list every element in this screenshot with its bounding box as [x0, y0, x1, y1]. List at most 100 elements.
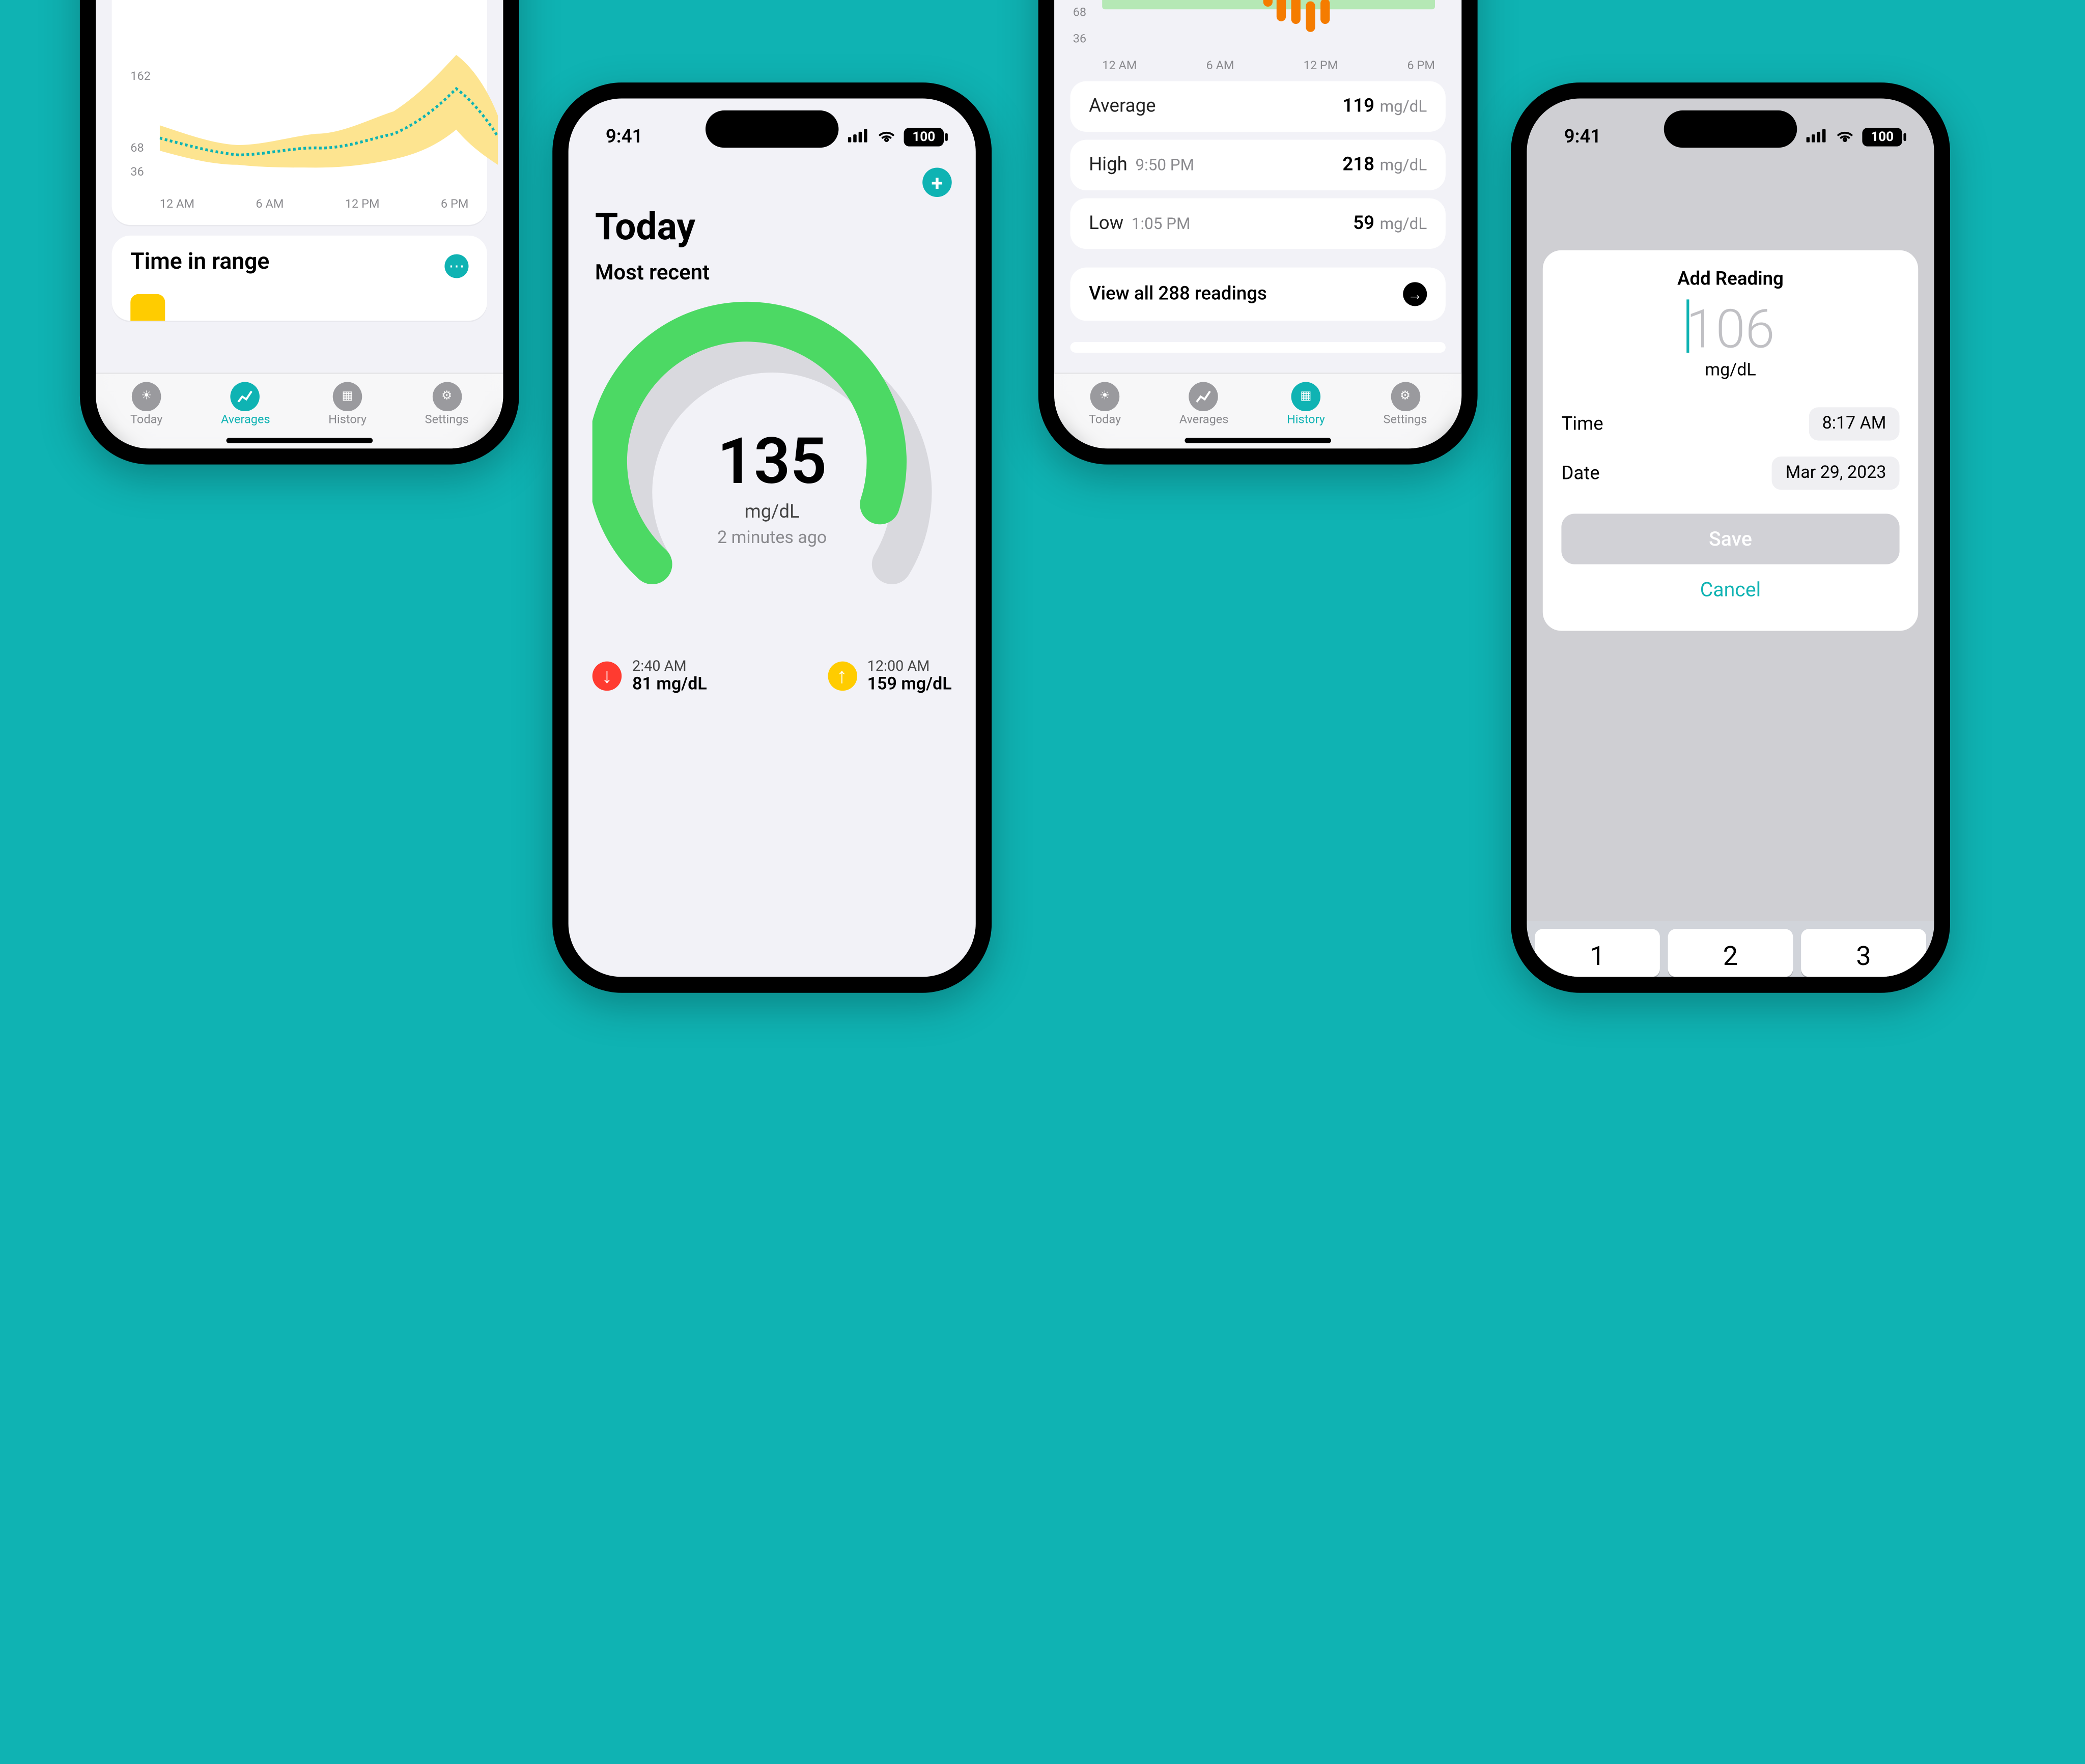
- tab-history[interactable]: ▦ History: [1287, 382, 1325, 428]
- tab-averages[interactable]: Averages: [221, 382, 270, 428]
- modal-title: Add Reading: [1561, 269, 1899, 290]
- tab-today[interactable]: ☀ Today: [1089, 382, 1121, 428]
- stat-value: 59: [1353, 213, 1374, 234]
- page-title: Today: [595, 205, 949, 249]
- low-reading: ↓ 2:40 AM 81 mg/dL: [593, 658, 707, 695]
- x-tick: 12 AM: [160, 198, 194, 212]
- range-bar: [1263, 0, 1272, 7]
- x-tick: 6 AM: [256, 198, 284, 212]
- stat-unit: mg/dL: [1380, 214, 1427, 233]
- section-most-recent: Most recent: [595, 260, 949, 285]
- y-tick: 36: [1073, 33, 1086, 46]
- tab-history[interactable]: ▦ History: [328, 382, 367, 428]
- numeric-keypad: 1 2 3: [1527, 921, 1934, 977]
- phone-add-reading: 9:41 100 Add Reading 106 mg/dL Time 8:17…: [1511, 82, 1950, 993]
- cancel-button[interactable]: Cancel: [1561, 564, 1899, 615]
- reading-input[interactable]: 106: [1561, 298, 1899, 361]
- gear-icon: ⚙: [1391, 382, 1420, 412]
- range-bar: [1320, 0, 1329, 24]
- low-high-row: ↓ 2:40 AM 81 mg/dL ↑ 12:00 AM 159 mg/dL: [589, 658, 954, 695]
- tab-label: Averages: [221, 414, 270, 427]
- phone-today: 9:41 100 + Today Most recent: [552, 82, 992, 993]
- y-tick: 68: [1073, 7, 1086, 20]
- tab-label: Averages: [1179, 414, 1229, 427]
- card-title: Time in range: [130, 249, 269, 275]
- tab-settings[interactable]: ⚙ Settings: [425, 382, 469, 428]
- down-arrow-icon: ↓: [593, 662, 622, 691]
- key-2[interactable]: 2: [1668, 929, 1793, 977]
- card-time-of-day-trend: Time of Day Trend ⋯ 324 162 68 36 12 AM …: [112, 0, 487, 225]
- wifi-icon: [1834, 126, 1855, 148]
- tab-today[interactable]: ☀ Today: [130, 382, 162, 428]
- history-chart: 324 162 68 36 12 AM 6 AM 12 PM 6 PM: [1073, 0, 1443, 73]
- reading-age: 2 minutes ago: [593, 528, 952, 548]
- add-reading-button[interactable]: +: [922, 167, 952, 197]
- time-picker[interactable]: 8:17 AM: [1809, 407, 1899, 440]
- tab-label: History: [328, 414, 367, 427]
- stat-label: High: [1089, 154, 1128, 176]
- chart-icon: [231, 382, 261, 412]
- dynamic-island: [1664, 110, 1797, 148]
- stat-unit: mg/dL: [1380, 97, 1427, 116]
- reading-unit: mg/dL: [593, 502, 952, 523]
- phone-averages: Last 7-days 128 mg/dL avg → 0 last 7-day…: [80, 0, 519, 465]
- tab-averages[interactable]: Averages: [1179, 382, 1229, 428]
- gear-icon: ⚙: [432, 382, 462, 412]
- tab-label: History: [1287, 414, 1325, 427]
- low-value: 81 mg/dL: [632, 675, 707, 695]
- trend-spread: [160, 0, 498, 193]
- trend-chart: 324 162 68 36 12 AM 6 AM 12 PM 6 PM: [130, 0, 468, 193]
- range-bar: [1277, 0, 1286, 21]
- range-bar: [1306, 1, 1315, 32]
- card-fragment: [1070, 342, 1445, 353]
- dynamic-island: [706, 110, 839, 148]
- low-time: 2:40 AM: [632, 658, 707, 675]
- reading-placeholder: 106: [1686, 298, 1774, 361]
- reading-unit: mg/dL: [1561, 361, 1899, 381]
- stat-low[interactable]: Low 1:05 PM 59 mg/dL: [1070, 198, 1445, 249]
- card-time-in-range: Time in range ⋯: [112, 236, 487, 321]
- stat-meta: 1:05 PM: [1132, 214, 1191, 233]
- field-label: Time: [1561, 413, 1603, 435]
- x-tick: 6 AM: [1206, 60, 1234, 73]
- save-button[interactable]: Save: [1561, 514, 1899, 564]
- tab-settings[interactable]: ⚙ Settings: [1383, 382, 1427, 428]
- tab-bar: ☀ Today Averages ▦ History ⚙ Settings: [1054, 373, 1461, 448]
- tab-label: Today: [130, 414, 162, 427]
- stat-meta: 9:50 PM: [1136, 156, 1195, 175]
- home-indicator: [1185, 438, 1331, 443]
- calendar-icon: ▦: [333, 382, 362, 412]
- y-tick: 36: [130, 166, 144, 180]
- x-tick: 6 PM: [441, 198, 468, 212]
- stat-label: Average: [1089, 96, 1156, 117]
- date-picker[interactable]: Mar 29, 2023: [1772, 457, 1899, 490]
- range-bar: [1291, 0, 1301, 23]
- home-indicator: [227, 438, 373, 443]
- phone-history: Tuesday, March 28, 2023 324 162 68 36 12…: [1038, 0, 1478, 465]
- status-time: 9:41: [606, 126, 643, 148]
- x-tick: 6 PM: [1407, 60, 1434, 73]
- arrow-right-icon: →: [1403, 282, 1427, 306]
- more-icon[interactable]: ⋯: [444, 254, 468, 278]
- stat-average[interactable]: Average 119mg/dL: [1070, 81, 1445, 132]
- chart-icon: [1189, 382, 1219, 412]
- tab-label: Settings: [425, 414, 469, 427]
- tab-bar: ☀ Today Averages ▦ History ⚙ Settings: [96, 373, 503, 448]
- view-all-readings[interactable]: View all 288 readings →: [1070, 268, 1445, 321]
- y-tick: 68: [130, 143, 144, 156]
- key-3[interactable]: 3: [1801, 929, 1926, 977]
- up-arrow-icon: ↑: [827, 662, 857, 691]
- reading-value: 135: [593, 423, 952, 499]
- x-axis: 12 AM 6 AM 12 PM 6 PM: [160, 198, 469, 212]
- stat-high[interactable]: High9:50 PM 218mg/dL: [1070, 140, 1445, 190]
- range-bars: [1105, 0, 1435, 49]
- calendar-icon: ▦: [1291, 382, 1321, 412]
- tab-label: Settings: [1383, 414, 1427, 427]
- x-tick: 12 PM: [345, 198, 380, 212]
- key-1[interactable]: 1: [1535, 929, 1660, 977]
- x-tick: 12 PM: [1304, 60, 1338, 73]
- battery-icon: 100: [1862, 128, 1902, 147]
- y-tick: 162: [130, 71, 151, 84]
- signal-icon: [848, 126, 869, 148]
- stat-label: Low: [1089, 213, 1123, 234]
